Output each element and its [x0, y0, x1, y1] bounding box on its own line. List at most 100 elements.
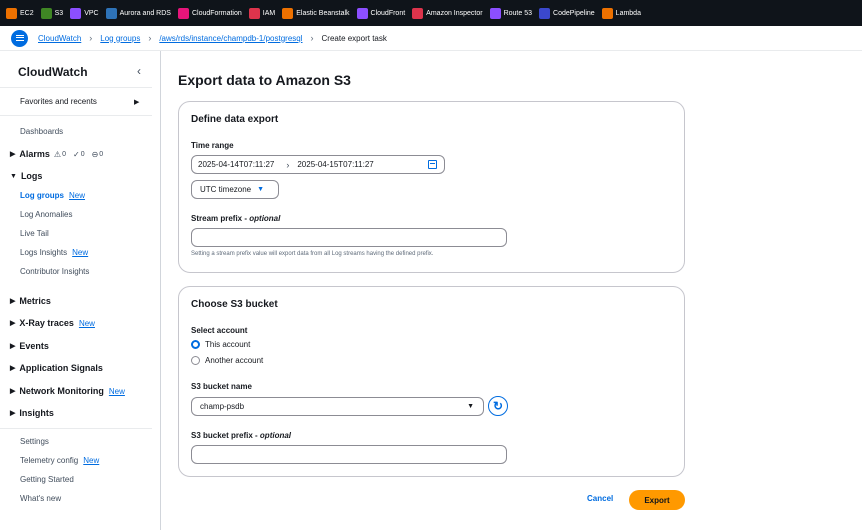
s3-bucket-prefix-label: S3 bucket prefix - optional — [191, 431, 292, 440]
sidebar-section-events[interactable]: ▶ Events — [10, 341, 49, 351]
service-ec2[interactable]: EC2 — [6, 7, 34, 19]
sidebar-item-contributor-insights[interactable]: Contributor Insights — [20, 267, 89, 276]
menu-toggle-button[interactable] — [11, 29, 28, 47]
define-data-export-panel: Define data export Time range 2025-04-14… — [178, 101, 685, 273]
service-codepipeline[interactable]: CodePipeline — [539, 7, 595, 19]
chevron-right-icon: › — [148, 33, 152, 43]
service-cloudformation[interactable]: CloudFormation — [177, 7, 242, 19]
select-account-label: Select account — [191, 326, 248, 335]
page-title: Export data to Amazon S3 — [178, 72, 351, 88]
service-route53[interactable]: Route 53 — [489, 7, 532, 19]
stream-prefix-label: Stream prefix - optional — [191, 214, 281, 223]
services-bar: EC2 S3 VPC Aurora and RDS CloudFormation… — [0, 0, 862, 26]
stream-prefix-hint: Setting a stream prefix value will expor… — [191, 251, 434, 257]
sidebar-item-log-groups[interactable]: Log groups New — [20, 191, 85, 200]
service-cloudfront[interactable]: CloudFront — [356, 7, 405, 19]
caret-down-icon: ▼ — [10, 172, 17, 180]
stream-prefix-input[interactable] — [191, 228, 507, 247]
s3-icon — [40, 7, 52, 19]
chevron-right-icon: › — [89, 33, 93, 43]
caret-right-icon: ▶ — [10, 320, 16, 327]
iam-icon — [248, 7, 260, 19]
caret-right-icon: ▶ — [10, 343, 16, 350]
codepipeline-icon — [539, 7, 551, 19]
sidebar-item-whats-new[interactable]: What's new — [20, 494, 61, 503]
sidebar-section-application-signals[interactable]: ▶ Application Signals — [10, 363, 103, 373]
sidebar-item-dashboards[interactable]: Dashboards — [20, 127, 63, 136]
service-s3[interactable]: S3 — [40, 7, 63, 19]
divider — [0, 87, 152, 88]
sidebar-title: CloudWatch — [18, 65, 88, 79]
alarm-warning-icon: ⚠ — [53, 149, 62, 159]
sidebar-section-xray[interactable]: ▶ X-Ray traces New — [10, 318, 95, 328]
caret-down-icon: ▼ — [257, 186, 265, 193]
service-inspector[interactable]: Amazon Inspector — [412, 7, 483, 19]
sidebar-item-settings[interactable]: Settings — [20, 437, 49, 446]
radio-unselected-icon — [191, 356, 200, 365]
cloudfront-icon — [356, 7, 368, 19]
s3-bucket-select[interactable]: champ-psdb ▼ — [191, 397, 484, 416]
service-lambda[interactable]: Lambda — [601, 7, 641, 19]
cloudformation-icon — [177, 7, 189, 19]
ec2-icon — [6, 7, 17, 19]
sidebar: CloudWatch ‹ Favorites and recents ▶ Das… — [0, 51, 161, 530]
s3-bucket-prefix-input[interactable] — [191, 445, 507, 464]
caret-down-icon: ▼ — [467, 403, 474, 410]
breadcrumb: CloudWatch › Log groups › /aws/rds/insta… — [0, 26, 862, 51]
caret-right-icon: ▶ — [10, 298, 16, 305]
breadcrumb-current: Create export task — [321, 33, 387, 43]
refresh-button[interactable]: ↻ — [488, 396, 508, 416]
choose-s3-bucket-panel: Choose S3 bucket Select account This acc… — [178, 286, 685, 477]
sidebar-item-live-tail[interactable]: Live Tail — [20, 229, 49, 238]
alarm-insufficient-icon: ⊖ — [91, 149, 99, 159]
time-range-end: 2025-04-15T07:11:27 — [297, 160, 374, 169]
panel-heading: Define data export — [191, 114, 279, 125]
alarm-ok-icon: ✓ — [72, 149, 80, 159]
rds-icon — [105, 7, 117, 19]
refresh-icon: ↻ — [492, 399, 504, 413]
caret-right-icon: ▶ — [10, 388, 16, 395]
inspector-icon — [412, 7, 424, 19]
service-rds[interactable]: Aurora and RDS — [105, 7, 171, 19]
export-button[interactable]: Export — [629, 490, 685, 510]
sidebar-item-log-anomalies[interactable]: Log Anomalies — [20, 210, 72, 219]
radio-this-account[interactable]: This account — [191, 340, 250, 349]
breadcrumb-cloudwatch[interactable]: CloudWatch — [38, 34, 81, 43]
time-range-start: 2025-04-14T07:11:27 — [198, 160, 275, 169]
divider — [0, 428, 152, 429]
sidebar-section-network-monitoring[interactable]: ▶ Network Monitoring New — [10, 386, 125, 396]
timezone-select[interactable]: UTC timezone ▼ — [191, 180, 279, 199]
time-range-picker[interactable]: 2025-04-14T07:11:27 › 2025-04-15T07:11:2… — [191, 155, 445, 174]
s3-bucket-name-label: S3 bucket name — [191, 382, 252, 391]
divider — [0, 115, 152, 116]
breadcrumb-log-groups[interactable]: Log groups — [100, 34, 140, 43]
service-iam[interactable]: IAM — [248, 7, 275, 19]
caret-right-icon[interactable]: ▶ — [134, 98, 139, 106]
service-vpc[interactable]: VPC — [70, 7, 99, 19]
caret-right-icon: ▶ — [10, 410, 16, 417]
sidebar-item-telemetry-config[interactable]: Telemetry config New — [20, 456, 99, 465]
route53-icon — [489, 7, 501, 19]
sidebar-section-metrics[interactable]: ▶ Metrics — [10, 296, 51, 306]
caret-right-icon: ▶ — [10, 151, 16, 158]
cancel-button[interactable]: Cancel — [587, 494, 613, 503]
radio-another-account[interactable]: Another account — [191, 356, 263, 365]
hamburger-icon — [15, 35, 24, 41]
radio-selected-icon — [191, 340, 200, 349]
breadcrumb-log-group[interactable]: /aws/rds/instance/champdb-1/postgresql — [159, 34, 302, 43]
sidebar-section-insights[interactable]: ▶ Insights — [10, 408, 54, 418]
panel-heading: Choose S3 bucket — [191, 299, 278, 310]
sidebar-item-logs-insights[interactable]: Logs Insights New — [20, 248, 88, 257]
beanstalk-icon — [282, 7, 294, 19]
lambda-icon — [601, 7, 613, 19]
chevron-right-icon: › — [310, 33, 314, 43]
service-beanstalk[interactable]: Elastic Beanstalk — [282, 7, 350, 19]
sidebar-item-favorites[interactable]: Favorites and recents — [20, 97, 97, 106]
arrow-right-icon: › — [286, 159, 290, 170]
sidebar-section-alarms[interactable]: ▶ Alarms ⚠ 0 ✓ 0 ⊖ 0 — [10, 149, 106, 159]
close-sidebar-icon[interactable]: ‹ — [137, 64, 141, 78]
vpc-icon — [70, 7, 82, 19]
sidebar-item-getting-started[interactable]: Getting Started — [20, 475, 74, 484]
calendar-icon — [428, 160, 437, 169]
sidebar-section-logs[interactable]: ▼ Logs — [10, 171, 42, 181]
